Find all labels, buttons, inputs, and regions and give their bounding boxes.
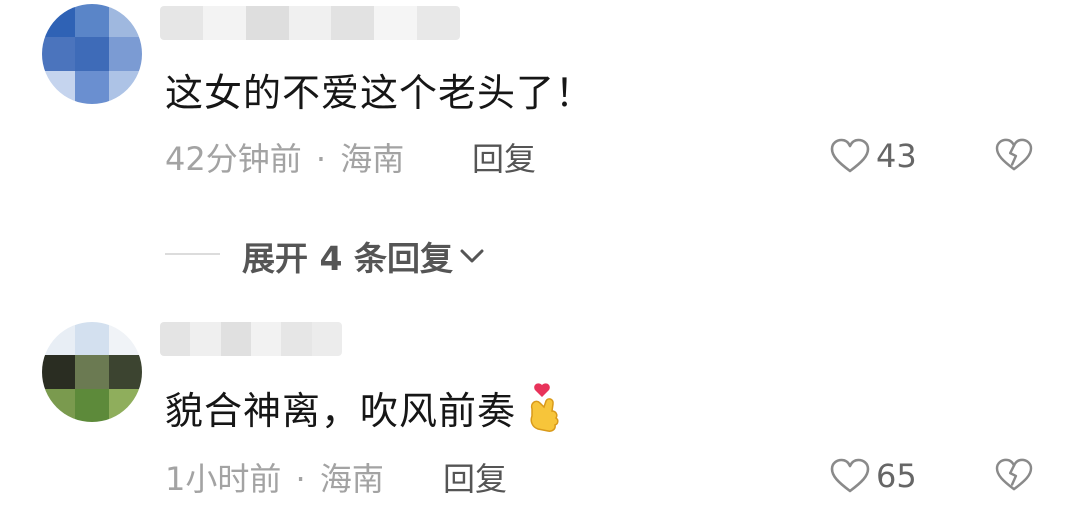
broken-heart-icon[interactable] (995, 458, 1033, 492)
expand-replies-label: 展开 4 条回复 (242, 239, 453, 278)
avatar-pixel (42, 37, 76, 71)
name-blur-block (202, 6, 246, 40)
avatar-pixel (75, 355, 109, 389)
comment-location: 海南 (340, 140, 405, 178)
name-blur-block (281, 322, 312, 356)
finger-heart-icon (524, 382, 564, 433)
name-blur-block (160, 6, 203, 40)
name-blur-block (245, 6, 289, 40)
like-button[interactable]: 65 (830, 457, 917, 495)
broken-heart-icon[interactable] (995, 138, 1033, 172)
name-blur-block (331, 6, 375, 40)
comment-time: 1小时前 (165, 460, 282, 498)
comment-text: 貌合神离，吹风前奏 🫰 (165, 380, 564, 435)
name-blur-block (417, 6, 460, 40)
reply-button[interactable]: 回复 (472, 134, 536, 180)
avatar-pixel (42, 4, 76, 38)
meta-separator: · (295, 460, 306, 498)
username-blurred[interactable] (160, 322, 342, 356)
like-button[interactable]: 43 (830, 137, 917, 175)
avatar-pixel (75, 4, 109, 38)
avatar-pixel (75, 37, 109, 71)
avatar-pixel (42, 388, 76, 422)
avatar-pixel (108, 322, 142, 356)
name-blur-block (311, 322, 342, 356)
avatar-pixel (108, 4, 142, 38)
name-blur-block (160, 322, 191, 356)
comment-time: 42分钟前 (165, 140, 302, 178)
heart-outline-icon (830, 458, 870, 494)
username-blurred[interactable] (160, 6, 460, 40)
comment-text: 这女的不爱这个老头了！ (165, 71, 595, 115)
like-count: 65 (876, 457, 917, 495)
comment-text-content: 貌合神离，吹风前奏 (165, 389, 517, 433)
meta-separator: · (315, 140, 327, 178)
avatar-pixel (108, 37, 142, 71)
reply-button[interactable]: 回复 (443, 454, 507, 500)
name-blur-block (288, 6, 332, 40)
avatar-pixel (108, 70, 142, 104)
avatar-pixel (42, 355, 76, 389)
comment-location: 海南 (319, 460, 384, 498)
avatar-pixel (42, 322, 76, 356)
name-blur-block (250, 322, 282, 356)
comment-meta: 1小时前 · 海南 (165, 454, 384, 500)
avatar[interactable] (42, 4, 142, 104)
avatar[interactable] (42, 322, 142, 422)
name-blur-block (190, 322, 221, 356)
like-count: 43 (876, 137, 917, 175)
avatar-pixel (42, 70, 76, 104)
expand-divider (165, 253, 220, 255)
name-blur-block (220, 322, 251, 356)
avatar-pixel (75, 70, 109, 104)
avatar-pixel (75, 322, 109, 356)
avatar-pixel (108, 355, 142, 389)
avatar-pixel (108, 388, 142, 422)
comment-meta: 42分钟前 · 海南 (165, 134, 404, 180)
name-blur-block (374, 6, 418, 40)
heart-outline-icon (830, 138, 870, 174)
avatar-pixel (75, 388, 109, 422)
chevron-down-icon (459, 247, 485, 265)
expand-replies-button[interactable]: 展开 4 条回复 (242, 232, 485, 280)
